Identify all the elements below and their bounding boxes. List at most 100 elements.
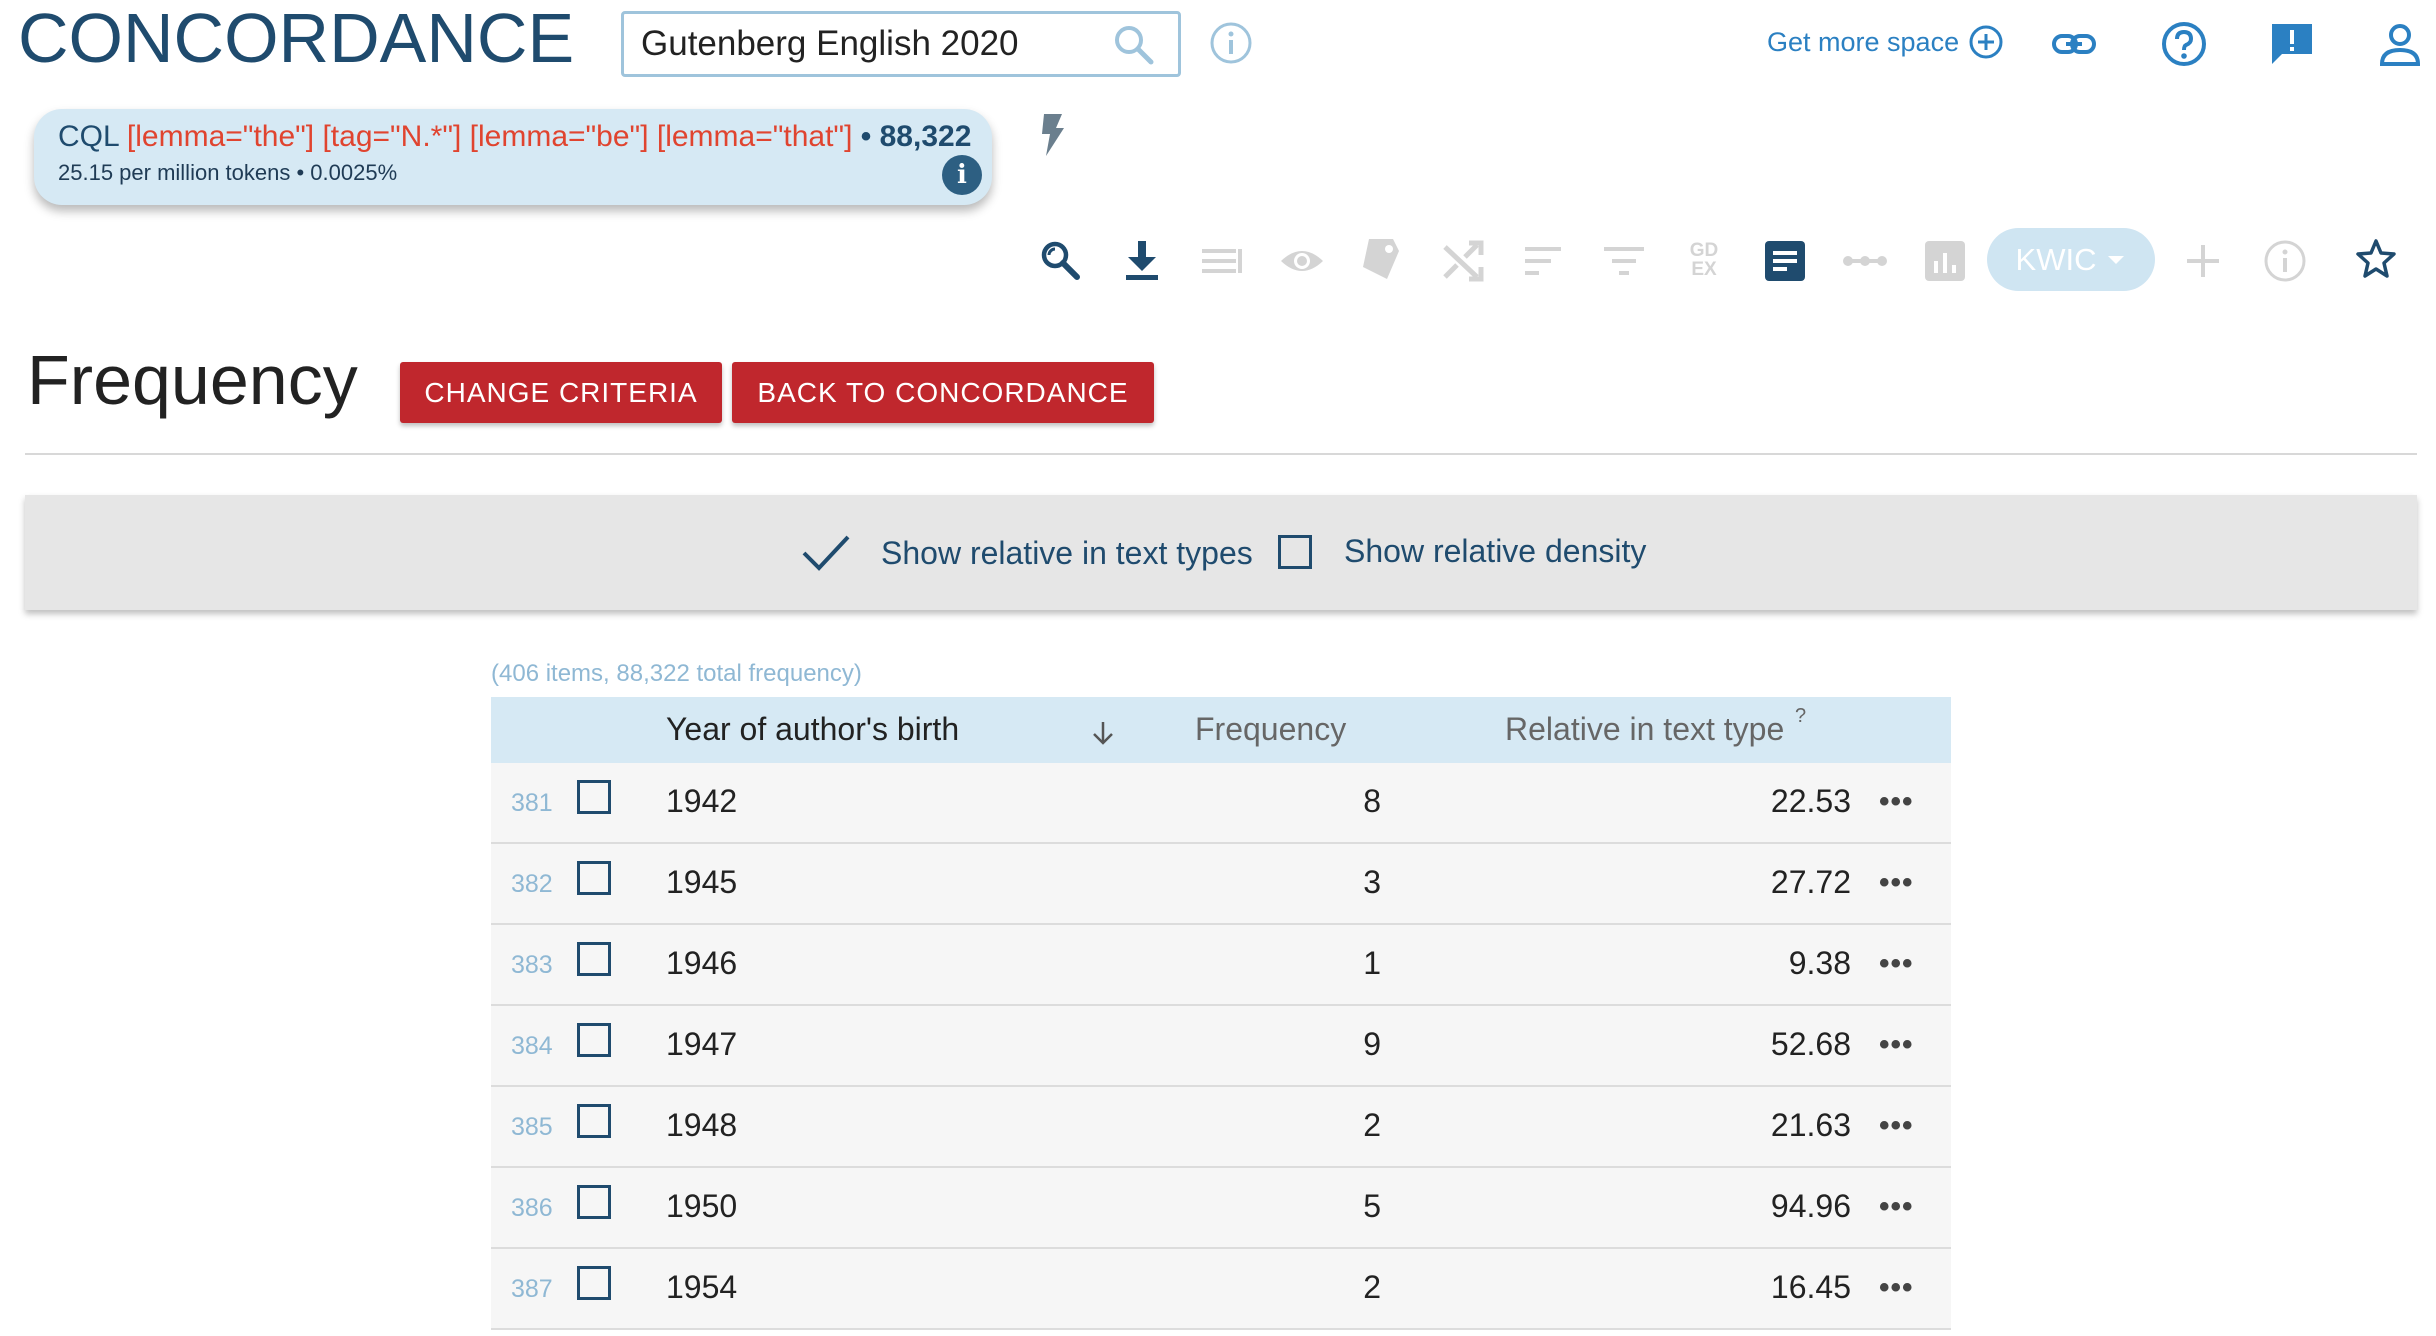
eye-icon[interactable]: [1279, 238, 1325, 284]
show-relative-text-types-option[interactable]: Show relative in text types: [801, 533, 1253, 573]
query-info-icon[interactable]: i: [942, 155, 982, 195]
star-icon[interactable]: [2353, 236, 2399, 282]
bar-chart-icon[interactable]: [1922, 238, 1968, 284]
relative-cell: 27.72: [1770, 864, 1851, 900]
search-zoom-icon[interactable]: [1038, 238, 1084, 284]
query-separator: •: [860, 120, 872, 153]
year-cell: 1942: [666, 783, 738, 819]
view-options-icon[interactable]: [1199, 238, 1245, 284]
get-more-space-label: Get more space: [1767, 26, 1960, 57]
feedback-icon[interactable]: [2268, 20, 2316, 73]
show-relative-density-option[interactable]: Show relative density: [1278, 533, 1646, 570]
frequency-cell: 1: [1363, 945, 1381, 981]
row-checkbox[interactable]: [577, 861, 611, 895]
corpus-selector[interactable]: Gutenberg English 2020: [621, 11, 1181, 77]
add-icon[interactable]: [2180, 238, 2226, 284]
change-criteria-button[interactable]: CHANGE CRITERIA: [400, 362, 722, 423]
relative-cell: 22.53: [1770, 783, 1851, 819]
relative-cell: 21.63: [1770, 1107, 1851, 1143]
row-number: 384: [511, 1032, 553, 1060]
row-checkbox[interactable]: [577, 1266, 611, 1300]
table-row: 382 1945 3 27.72 •••: [491, 844, 1951, 925]
link-icon[interactable]: [2050, 20, 2098, 73]
row-more-icon[interactable]: •••: [1879, 1271, 1914, 1305]
corpus-info-icon[interactable]: [1209, 21, 1253, 70]
frequency-cell: 5: [1363, 1188, 1381, 1224]
year-cell: 1946: [666, 945, 738, 981]
row-number: 381: [511, 789, 553, 817]
table-row: 387 1954 2 16.45 •••: [491, 1249, 1951, 1330]
row-number: 387: [511, 1275, 553, 1303]
frequency-active-icon[interactable]: [1762, 238, 1808, 284]
frequency-cell: 8: [1363, 783, 1381, 819]
plus-circle-icon: [1969, 25, 2003, 59]
checkmark-icon[interactable]: [801, 533, 851, 573]
column-header-frequency[interactable]: Frequency: [1195, 711, 1346, 748]
query-summary-chip[interactable]: CQL [lemma="the"] [tag="N.*"] [lemma="be…: [34, 109, 992, 205]
frequency-cell: 9: [1363, 1026, 1381, 1062]
relative-density-checkbox[interactable]: [1278, 534, 1312, 569]
column-header-year[interactable]: Year of author's birth: [666, 711, 959, 748]
page-title: Frequency: [27, 341, 358, 419]
download-icon[interactable]: [1119, 238, 1165, 284]
info-icon[interactable]: [2262, 238, 2308, 284]
row-checkbox[interactable]: [577, 1185, 611, 1219]
row-number: 386: [511, 1194, 553, 1222]
query-line: CQL [lemma="the"] [tag="N.*"] [lemma="be…: [58, 116, 971, 158]
row-checkbox[interactable]: [577, 942, 611, 976]
sort-icon[interactable]: [1520, 238, 1566, 284]
column-header-relative[interactable]: Relative in text type: [1505, 711, 1784, 748]
row-checkbox[interactable]: [577, 1104, 611, 1138]
query-text: [lemma="the"] [tag="N.*"] [lemma="be"] […: [126, 120, 853, 153]
sort-arrow-down-icon[interactable]: [1089, 719, 1117, 752]
table-row: 384 1947 9 52.68 •••: [491, 1006, 1951, 1087]
table-body: 381 1942 8 22.53 ••• 382 1945 3 27.72 ••• 383 1946 1…: [491, 763, 1951, 1330]
gdex-icon[interactable]: GD EX: [1681, 237, 1727, 283]
user-icon[interactable]: [2376, 20, 2424, 73]
row-more-icon[interactable]: •••: [1879, 785, 1914, 819]
year-cell: 1954: [666, 1269, 738, 1305]
row-number: 382: [511, 870, 553, 898]
collocations-icon[interactable]: [1842, 238, 1888, 284]
caret-down-icon: [2108, 255, 2125, 264]
frequency-cell: 3: [1363, 864, 1381, 900]
table-row: 383 1946 1 9.38 •••: [491, 925, 1951, 1006]
shuffle-icon[interactable]: [1440, 238, 1486, 284]
relative-cell: 94.96: [1770, 1188, 1851, 1224]
section-divider: [25, 453, 2417, 455]
row-checkbox[interactable]: [577, 1023, 611, 1057]
row-more-icon[interactable]: •••: [1879, 1190, 1914, 1224]
lightning-icon[interactable]: [1038, 112, 1068, 163]
frequency-table: Year of author's birth Frequency Relativ…: [491, 697, 1951, 1330]
results-summary: (406 items, 88,322 total frequency): [491, 660, 862, 687]
show-relative-text-types-label: Show relative in text types: [881, 534, 1253, 571]
search-icon[interactable]: [1112, 23, 1156, 76]
frequency-options-panel: Show relative in text types Show relativ…: [25, 495, 2417, 610]
table-row: 381 1942 8 22.53 •••: [491, 763, 1951, 844]
tag-icon[interactable]: [1358, 236, 1404, 282]
app-title[interactable]: CONCORDANCE: [18, 0, 574, 78]
corpus-name: Gutenberg English 2020: [641, 24, 1019, 63]
filter-icon[interactable]: [1601, 238, 1647, 284]
row-number: 383: [511, 951, 553, 979]
row-more-icon[interactable]: •••: [1879, 1109, 1914, 1143]
row-more-icon[interactable]: •••: [1879, 866, 1914, 900]
kwic-label: KWIC: [2015, 241, 2097, 277]
back-to-concordance-button[interactable]: BACK TO CONCORDANCE: [732, 362, 1154, 423]
year-cell: 1948: [666, 1107, 738, 1143]
table-row: 386 1950 5 94.96 •••: [491, 1168, 1951, 1249]
row-checkbox[interactable]: [577, 780, 611, 814]
row-more-icon[interactable]: •••: [1879, 1028, 1914, 1062]
year-cell: 1945: [666, 864, 738, 900]
table-row: 385 1948 2 21.63 •••: [491, 1087, 1951, 1168]
get-more-space-link[interactable]: Get more space: [1767, 24, 2004, 60]
frequency-cell: 2: [1363, 1107, 1381, 1143]
kwic-view-dropdown[interactable]: KWIC: [1987, 228, 2155, 291]
year-cell: 1947: [666, 1026, 738, 1062]
help-icon[interactable]: [2160, 20, 2208, 73]
row-more-icon[interactable]: •••: [1879, 947, 1914, 981]
show-relative-density-label: Show relative density: [1344, 533, 1647, 569]
relative-help-icon[interactable]: ?: [1795, 705, 1806, 728]
year-cell: 1950: [666, 1188, 738, 1224]
query-stats: 25.15 per million tokens • 0.0025%: [58, 160, 398, 185]
